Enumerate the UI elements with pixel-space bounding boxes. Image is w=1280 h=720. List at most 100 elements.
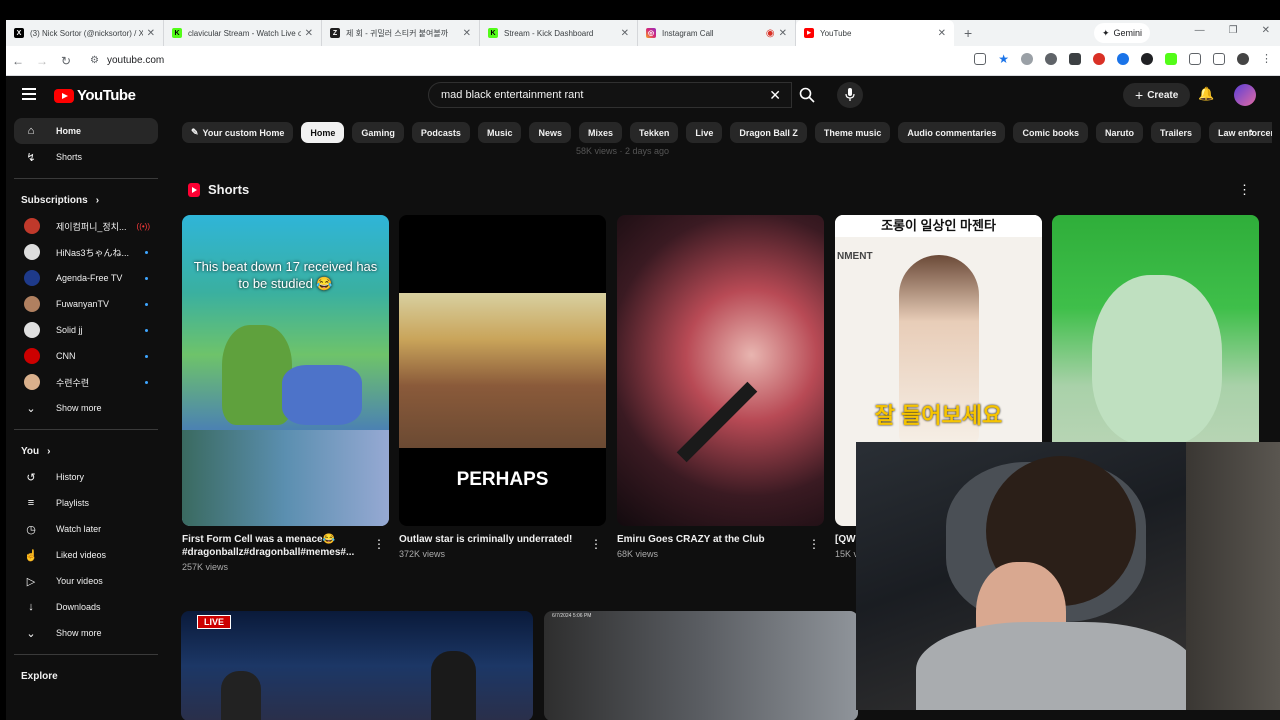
reload-icon[interactable]: ↻: [54, 54, 78, 68]
new-content-dot: [145, 276, 148, 280]
close-tab-icon[interactable]: ✕: [147, 28, 155, 39]
short-thumbnail[interactable]: [617, 215, 824, 526]
sidebar-item-downloads[interactable]: ↓ Downloads: [14, 594, 158, 620]
show-more-you[interactable]: ⌄ Show more: [14, 620, 158, 646]
back-icon[interactable]: ←: [6, 54, 30, 68]
extension-icon[interactable]: [1021, 53, 1033, 65]
chip-selected[interactable]: Home: [301, 122, 345, 143]
more-options-icon[interactable]: ⋮: [808, 537, 820, 551]
account-avatar[interactable]: [1234, 84, 1256, 106]
sidebar-item-your-videos[interactable]: ▷ Your videos: [14, 568, 158, 594]
chip[interactable]: Live: [686, 122, 723, 143]
video-thumbnail[interactable]: 6/7/2024 5:06 PM: [544, 611, 858, 720]
forward-icon[interactable]: →: [30, 54, 54, 68]
address-bar-row: ← → ↻ ⚙ youtube.com ★ ⋮: [6, 46, 1280, 76]
chip[interactable]: Naruto: [1095, 122, 1143, 143]
chip[interactable]: News: [529, 122, 571, 143]
chip[interactable]: Theme music: [814, 122, 891, 143]
profile-icon[interactable]: [1237, 53, 1249, 65]
kick-extension-icon[interactable]: [1165, 53, 1177, 65]
more-options-icon[interactable]: ⋮: [373, 537, 385, 551]
puzzle-icon[interactable]: [1189, 53, 1201, 65]
sidebar-subscription[interactable]: HiNas3ちゃんね...: [14, 239, 158, 265]
extension-icon[interactable]: [1093, 53, 1105, 65]
extension-icon[interactable]: [1045, 53, 1057, 65]
browser-tab[interactable]: X (3) Nick Sortor (@nicksortor) / X ✕: [6, 20, 164, 46]
search-button[interactable]: [792, 82, 822, 108]
sidebar-subscription[interactable]: Solid jj: [14, 317, 158, 343]
sidebar-item-watch-later[interactable]: ◷ Watch later: [14, 516, 158, 542]
sidebar-subscription[interactable]: CNN: [14, 343, 158, 369]
kick-favicon-icon: K: [172, 28, 182, 38]
close-tab-icon[interactable]: ✕: [938, 28, 946, 39]
more-options-icon[interactable]: ⋮: [590, 537, 602, 551]
close-tab-icon[interactable]: ✕: [779, 28, 787, 39]
extension-icon[interactable]: [1141, 53, 1153, 65]
chip[interactable]: ✎ Your custom Home: [182, 122, 294, 143]
sidebar-item-playlists[interactable]: ≡ Playlists: [14, 490, 158, 516]
minimize-icon[interactable]: —: [1195, 25, 1205, 36]
chip[interactable]: Law enforcem: [1209, 122, 1272, 143]
short-title[interactable]: Emiru Goes CRAZY at the Club: [617, 533, 797, 546]
kick-favicon-icon: K: [488, 28, 498, 38]
install-app-icon[interactable]: [974, 53, 987, 65]
sidebar-subscription[interactable]: 수련수련: [14, 369, 158, 395]
search-input[interactable]: mad black entertainment rant ✕: [428, 82, 792, 108]
browser-tab[interactable]: ◎ Instagram Call ◉ ✕: [638, 20, 796, 46]
sidebar-item-history[interactable]: ↺ History: [14, 464, 158, 490]
short-title[interactable]: First Form Cell was a menace😂 #dragonbal…: [182, 533, 362, 559]
browser-tab-active[interactable]: ▶ YouTube ✕: [796, 20, 954, 46]
sidebar-item-shorts[interactable]: ↯ Shorts: [14, 144, 158, 170]
chip[interactable]: Podcasts: [411, 122, 470, 143]
short-thumbnail[interactable]: PERHAPS: [399, 215, 606, 526]
sidebar-item-liked-videos[interactable]: ☝ Liked videos: [14, 542, 158, 568]
close-tab-icon[interactable]: ✕: [305, 28, 313, 39]
browser-tab[interactable]: K Stream - Kick Dashboard ✕: [480, 20, 638, 46]
bookmark-star-icon[interactable]: ★: [998, 53, 1009, 65]
sidebar-item-home[interactable]: ⌂ Home: [14, 118, 158, 144]
youtube-favicon-icon: ▶: [804, 28, 814, 38]
extension-icon[interactable]: [1069, 53, 1081, 65]
short-card[interactable]: This beat down 17 received has to be stu…: [182, 215, 389, 572]
chip[interactable]: Audio commentaries: [898, 122, 1006, 143]
create-button[interactable]: + Create: [1123, 83, 1191, 107]
menu-icon[interactable]: [22, 88, 36, 103]
clear-search-icon[interactable]: ✕: [769, 87, 781, 104]
chevron-right-icon[interactable]: ›: [1250, 125, 1254, 139]
tab-search-icon[interactable]: [1213, 53, 1225, 65]
youtube-logo[interactable]: YouTube: [54, 87, 136, 104]
subscriptions-header[interactable]: Subscriptions ›: [6, 187, 166, 213]
menu-kebab-icon[interactable]: ⋮: [1261, 53, 1272, 65]
short-thumbnail[interactable]: This beat down 17 received has to be stu…: [182, 215, 389, 526]
close-tab-icon[interactable]: ✕: [621, 28, 629, 39]
extension-icon[interactable]: [1117, 53, 1129, 65]
chip[interactable]: Trailers: [1150, 122, 1201, 143]
voice-search-button[interactable]: [837, 82, 863, 108]
video-thumbnail[interactable]: LIVE: [181, 611, 533, 720]
short-title[interactable]: Outlaw star is criminally underrated!: [399, 533, 579, 546]
close-window-icon[interactable]: ✕: [1262, 25, 1270, 36]
sidebar-subscription[interactable]: Agenda-Free TV: [14, 265, 158, 291]
browser-tab[interactable]: Z 제 회 - 귀밀러 스티커 붙여볼까 ✕: [322, 20, 480, 46]
chip[interactable]: Mixes: [578, 122, 622, 143]
sidebar-subscription[interactable]: FuwanyanTV: [14, 291, 158, 317]
chip[interactable]: Tekken: [630, 122, 679, 143]
restore-icon[interactable]: ❐: [1229, 25, 1238, 36]
short-card[interactable]: PERHAPS Outlaw star is criminally underr…: [399, 215, 606, 559]
you-header[interactable]: You ›: [6, 438, 166, 464]
chip[interactable]: Dragon Ball Z: [730, 122, 807, 143]
chip[interactable]: Comic books: [1013, 122, 1088, 143]
chip[interactable]: Music: [477, 122, 522, 143]
gemini-button[interactable]: ✦ Gemini: [1093, 23, 1150, 43]
show-more-subscriptions[interactable]: ⌄ Show more: [14, 395, 158, 421]
short-card[interactable]: Emiru Goes CRAZY at the Club 68K views ⋮: [617, 215, 824, 559]
sidebar-subscription[interactable]: 제이컴퍼니_정치... ((•)): [14, 213, 158, 239]
close-tab-icon[interactable]: ✕: [463, 28, 471, 39]
new-tab-icon[interactable]: +: [964, 25, 972, 41]
url-field[interactable]: ⚙ youtube.com: [84, 50, 924, 72]
site-info-icon[interactable]: ⚙: [90, 55, 99, 66]
notifications-bell-icon[interactable]: 🔔: [1198, 86, 1214, 102]
browser-tab[interactable]: K clavicular Stream - Watch Live o ✕: [164, 20, 322, 46]
chip[interactable]: Gaming: [352, 122, 404, 143]
more-options-icon[interactable]: ⋮: [1238, 182, 1251, 198]
